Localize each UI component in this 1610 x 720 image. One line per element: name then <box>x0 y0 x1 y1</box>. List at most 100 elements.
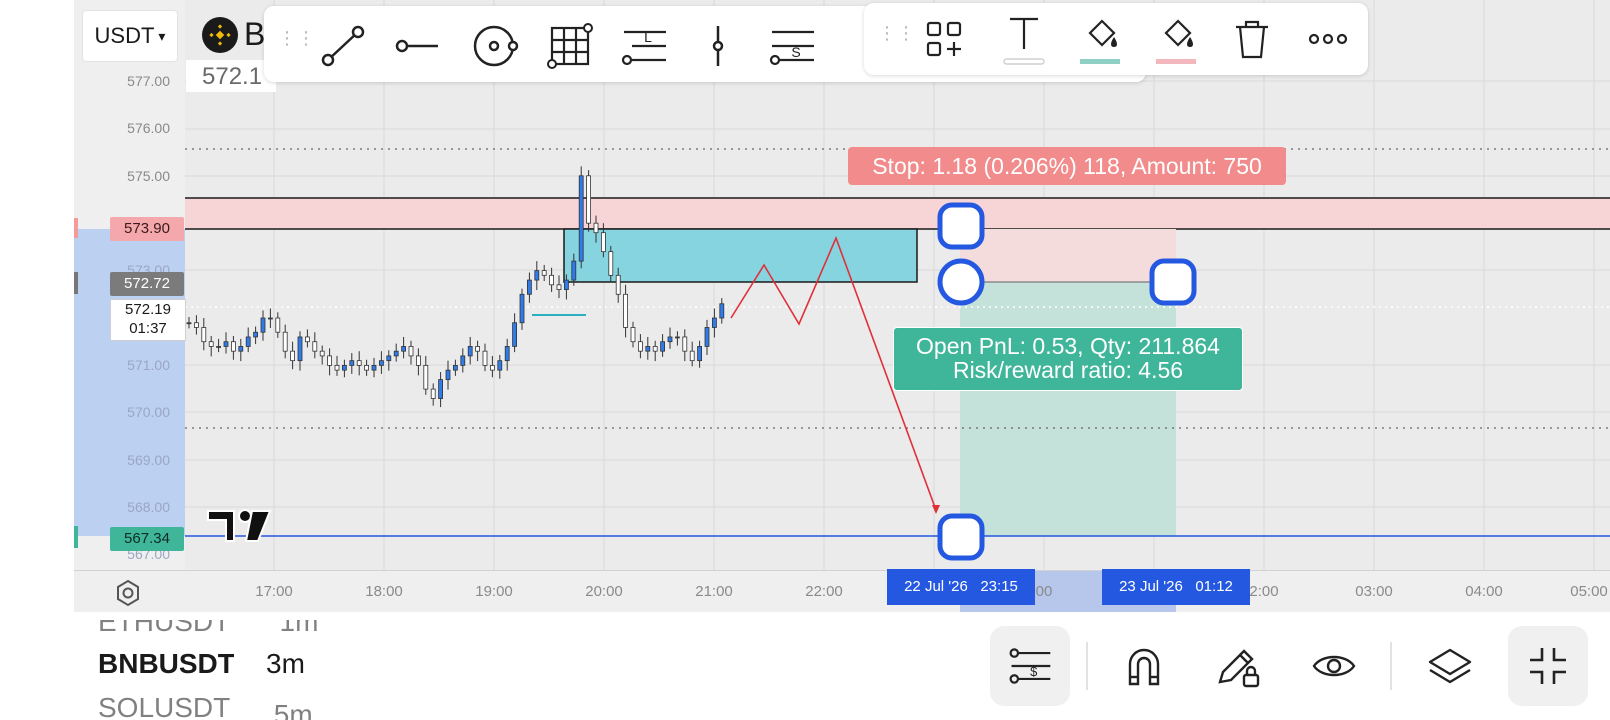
candle-body <box>586 175 591 224</box>
candle-body <box>593 222 599 234</box>
candle-body <box>489 364 495 371</box>
time-label: 20:00 <box>585 583 623 600</box>
candle-body <box>482 350 488 366</box>
candle-body <box>430 388 436 399</box>
candle-body <box>186 322 192 325</box>
candle-body <box>504 346 510 362</box>
candle-body <box>349 360 355 366</box>
entry-handle[interactable] <box>937 258 985 306</box>
long-position-icon[interactable]: L <box>618 20 670 72</box>
layers-icon[interactable] <box>1422 636 1478 696</box>
candle-body <box>601 232 606 253</box>
candle-body <box>445 369 451 381</box>
watchlist-symbol: BNBUSDT <box>98 648 234 679</box>
candle-body <box>393 350 399 357</box>
candle-body <box>290 350 296 362</box>
last-price: 572.1 <box>202 63 263 90</box>
eye-icon[interactable] <box>1306 636 1362 696</box>
candle-body <box>460 355 466 366</box>
trend-line-icon[interactable] <box>318 20 370 72</box>
candle-body <box>467 346 473 357</box>
candle-body <box>267 317 273 320</box>
position-tool-button[interactable]: $ <box>990 626 1070 706</box>
rr-info-label: Risk/reward ratio: 4.56 <box>952 357 1184 383</box>
time-label: 05:00 <box>1570 583 1608 600</box>
vertical-line-icon[interactable] <box>692 20 744 72</box>
width-handle[interactable] <box>1149 258 1197 306</box>
target-price-label: 567.34 <box>110 527 184 551</box>
time-label: 2:00 <box>1249 583 1279 600</box>
watchlist-interval: 5m <box>273 699 313 720</box>
drag-handle-icon[interactable]: ⋮⋮ <box>278 29 316 47</box>
risk-zone <box>960 229 1176 282</box>
candle-body <box>378 360 384 366</box>
candle-body <box>201 327 207 343</box>
fill-color-alt-icon[interactable] <box>1152 11 1200 67</box>
chart-area[interactable] <box>74 0 1610 612</box>
price-label: 569.00 <box>127 452 170 468</box>
candle-body <box>319 350 325 357</box>
candle-body <box>260 317 266 333</box>
candle-body <box>675 336 680 339</box>
price-label: 577.00 <box>127 73 170 89</box>
candle-body <box>297 336 303 362</box>
candle-body <box>660 341 665 352</box>
text-icon[interactable] <box>1000 11 1048 67</box>
lock-draw-icon[interactable] <box>1212 636 1264 696</box>
collapse-button[interactable] <box>1508 626 1588 706</box>
time-label: 21:00 <box>695 583 733 600</box>
chart-canvas[interactable] <box>74 0 1610 612</box>
candle-body <box>512 322 518 347</box>
candle-body <box>452 364 458 371</box>
trash-icon[interactable] <box>1228 15 1276 63</box>
candle-body <box>563 279 569 290</box>
current-price-label: 572.19 <box>125 301 171 318</box>
candle-body <box>475 346 481 352</box>
watchlist-interval[interactable]: 3m <box>266 648 305 680</box>
candle-body <box>304 336 310 343</box>
more-icon[interactable] <box>1304 15 1352 63</box>
candle-body <box>364 364 370 371</box>
settings-icon[interactable] <box>114 579 142 607</box>
candle-body <box>623 293 628 328</box>
candle-body <box>312 341 318 352</box>
position-tool-icon: $ <box>1009 648 1051 684</box>
candle-body <box>682 336 688 352</box>
circle-icon[interactable] <box>468 20 520 72</box>
time-axis[interactable]: 17:00 18:00 19:00 20:00 21:00 22:00 00 2… <box>74 569 1610 613</box>
pnl-info-label: Open PnL: 0.53, Qty: 211.864 <box>916 333 1220 359</box>
candle-body <box>697 346 702 362</box>
time-label: 03:00 <box>1355 583 1393 600</box>
horizontal-line-icon[interactable] <box>392 20 444 72</box>
stop-handle[interactable] <box>937 202 985 250</box>
range-start-label: 22 Jul '26 23:15 <box>887 569 1035 605</box>
object-toolbar[interactable]: ⋮⋮ <box>864 3 1368 75</box>
fill-color-icon[interactable] <box>1076 11 1124 67</box>
bar-countdown: 01:37 <box>129 320 167 337</box>
demand-zone-box[interactable] <box>563 228 918 283</box>
range-end-label: 23 Jul '26 01:12 <box>1102 569 1250 605</box>
target-handle[interactable] <box>937 513 985 561</box>
quote-currency-dropdown[interactable]: USDT ▾ <box>82 10 178 62</box>
quote-currency-label: USDT <box>94 23 155 48</box>
watchlist-item[interactable]: SOLUSDT 5m <box>98 692 338 720</box>
short-position-icon[interactable]: S <box>766 20 818 72</box>
candle-body <box>519 293 525 324</box>
candle-body <box>386 355 392 362</box>
grid-icon[interactable] <box>544 20 596 72</box>
candle-body <box>408 346 414 357</box>
price-label: 575.00 <box>127 168 170 184</box>
candle-body <box>216 346 222 348</box>
price-axis[interactable]: 577.00 576.00 575.00 573.00 571.00 570.0… <box>74 0 186 570</box>
price-label: 576.00 <box>127 120 170 136</box>
drag-handle-icon[interactable]: ⋮⋮ <box>878 24 916 42</box>
candle-body <box>526 279 532 295</box>
candle-body <box>630 327 636 343</box>
price-label: 571.00 <box>127 357 170 373</box>
bnb-logo-icon <box>202 17 238 53</box>
add-object-icon[interactable] <box>920 15 968 63</box>
price-label: 568.00 <box>127 499 170 515</box>
magnet-icon[interactable] <box>1118 636 1170 696</box>
watchlist-item-selected[interactable]: BNBUSDT <box>98 648 234 680</box>
symbol-name[interactable]: B <box>244 16 265 53</box>
